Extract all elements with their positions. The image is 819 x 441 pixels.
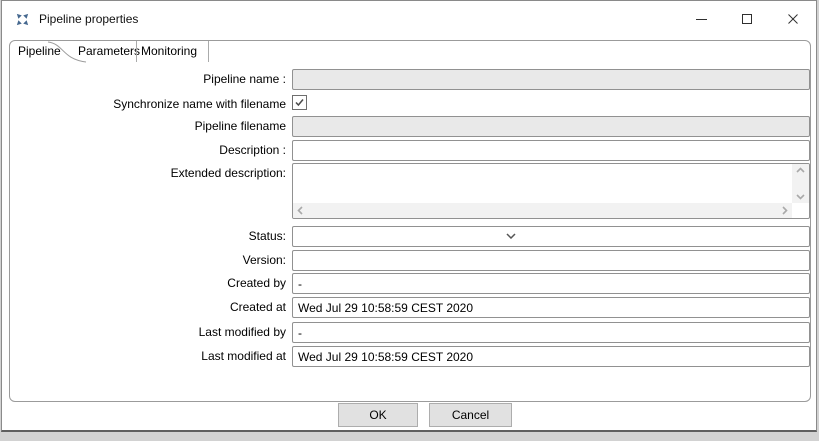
window-title: Pipeline properties xyxy=(39,12,138,26)
created-at-label: Created at xyxy=(2,300,286,314)
last-modified-at-label: Last modified at xyxy=(2,349,286,363)
tab-monitoring[interactable]: Monitoring xyxy=(141,44,197,58)
chevron-up-icon[interactable] xyxy=(796,167,805,173)
last-modified-by-input[interactable] xyxy=(292,322,810,343)
extended-description-row: Extended description: xyxy=(2,163,816,219)
vertical-scrollbar[interactable] xyxy=(792,164,809,203)
pipeline-name-label: Pipeline name : xyxy=(2,72,286,86)
hop-logo-icon xyxy=(15,12,30,27)
last-modified-at-row: Last modified at xyxy=(2,346,816,367)
last-modified-by-label: Last modified by xyxy=(2,325,286,339)
minimize-icon xyxy=(696,19,707,20)
cancel-button[interactable]: Cancel xyxy=(429,403,512,427)
created-by-row: Created by xyxy=(2,273,816,294)
tab-separator xyxy=(136,41,137,62)
status-row: Status: xyxy=(2,226,816,247)
sync-name-checkbox[interactable] xyxy=(292,95,307,110)
horizontal-scrollbar[interactable] xyxy=(293,203,792,218)
maximize-icon xyxy=(742,14,752,24)
minimize-button[interactable] xyxy=(678,1,724,37)
desktop-background: Pipeline properties Pipeline xyxy=(0,0,819,441)
description-label: Description : xyxy=(2,143,286,157)
last-modified-at-input[interactable] xyxy=(292,346,810,367)
created-at-row: Created at xyxy=(2,297,816,318)
close-button[interactable] xyxy=(770,1,816,37)
chevron-down-icon[interactable] xyxy=(796,194,805,200)
chevron-left-icon[interactable] xyxy=(297,206,303,215)
version-row: Version: xyxy=(2,250,816,271)
pipeline-properties-dialog: Pipeline properties Pipeline xyxy=(1,0,817,432)
tab-separator xyxy=(208,41,209,62)
created-by-label: Created by xyxy=(2,276,286,290)
maximize-button[interactable] xyxy=(724,1,770,37)
pipeline-filename-label: Pipeline filename xyxy=(2,119,286,133)
created-by-input[interactable] xyxy=(292,273,810,294)
tab-parameters[interactable]: Parameters xyxy=(78,44,140,58)
pipeline-filename-row: Pipeline filename xyxy=(2,116,816,137)
close-icon xyxy=(787,13,799,25)
description-input[interactable] xyxy=(292,140,810,161)
last-modified-by-row: Last modified by xyxy=(2,322,816,343)
created-at-input[interactable] xyxy=(292,297,810,318)
checkmark-icon xyxy=(294,97,305,108)
version-label: Version: xyxy=(2,253,286,267)
extended-description-label: Extended description: xyxy=(2,166,286,180)
extended-description-textarea[interactable] xyxy=(292,163,810,219)
status-label: Status: xyxy=(2,229,286,243)
description-row: Description : xyxy=(2,140,816,161)
sync-name-row: Synchronize name with filename xyxy=(2,94,816,112)
chevron-right-icon[interactable] xyxy=(782,206,788,215)
version-input[interactable] xyxy=(292,250,810,271)
ok-button[interactable]: OK xyxy=(338,403,418,427)
pipeline-filename-input xyxy=(292,116,810,137)
extended-description-text xyxy=(297,166,789,201)
sync-name-label: Synchronize name with filename xyxy=(2,97,286,111)
pipeline-name-input xyxy=(292,69,810,90)
chevron-down-icon xyxy=(506,233,516,239)
window-controls xyxy=(678,1,816,37)
title-bar: Pipeline properties xyxy=(2,1,816,37)
pipeline-name-row: Pipeline name : xyxy=(2,69,816,90)
status-combobox[interactable] xyxy=(292,226,810,247)
status-dropdown-button[interactable] xyxy=(501,226,521,245)
